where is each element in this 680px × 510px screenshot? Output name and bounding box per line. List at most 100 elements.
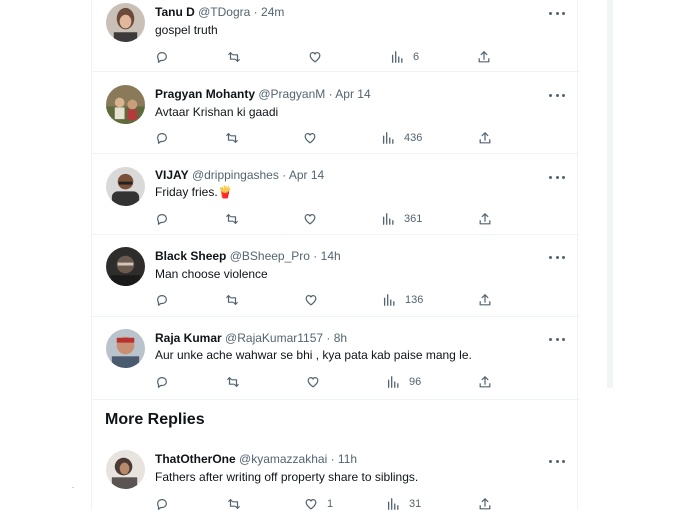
share-button[interactable] [478,292,492,308]
views-icon [387,376,399,388]
retweet-button[interactable] [226,374,249,390]
avatar[interactable] [106,3,145,42]
reply-button[interactable] [155,496,178,510]
reply-tweet[interactable]: ThatOtherOne @kyamazzakhai · 11h Fathers… [92,440,579,510]
tweet-header: Raja Kumar @RajaKumar1157 · 8h [155,331,347,345]
share-button[interactable] [478,496,492,510]
views-count: 136 [405,294,424,306]
like-button[interactable] [306,374,329,390]
tweet-header: Black Sheep @BSheep_Pro · 14h [155,249,341,263]
display-name[interactable]: Tanu D [155,5,195,19]
avatar[interactable] [106,167,145,206]
timestamp[interactable]: 14h [321,249,341,263]
more-icon[interactable] [549,456,565,466]
views-button[interactable]: 136 [382,292,423,308]
views-icon [382,213,394,225]
timestamp[interactable]: 24m [261,5,284,19]
tweet-actions: 436 [155,130,500,146]
display-name[interactable]: Black Sheep [155,249,226,263]
user-handle[interactable]: @BSheep_Pro [230,249,310,263]
share-button[interactable] [478,211,492,227]
tweet-header: VIJAY @drippingashes · Apr 14 [155,168,324,182]
more-icon[interactable] [549,90,565,100]
reply-tweet[interactable]: Pragyan Mohanty @PragyanM · Apr 14 Avtaa… [92,72,579,154]
avatar[interactable] [106,247,145,286]
heart-icon [305,499,317,510]
like-button[interactable] [304,292,327,308]
user-handle[interactable]: @kyamazzakhai [239,452,327,466]
share-button[interactable] [477,49,491,65]
reply-button[interactable] [155,374,178,390]
views-icon [391,51,403,63]
tweet-text: gospel truth [155,23,218,37]
tweet-header: Tanu D @TDogra · 24m [155,5,284,19]
more-icon[interactable] [549,334,565,344]
user-handle[interactable]: @PragyanM [258,87,325,101]
tweet-text: Avtaar Krishan ki gaadi [155,105,279,119]
views-button[interactable]: 436 [381,130,422,146]
separator: · [282,168,287,182]
views-count: 361 [404,213,423,225]
tweet-actions: 361 [155,211,500,227]
retweet-button[interactable] [225,130,248,146]
separator: · [253,5,258,19]
timestamp[interactable]: 8h [334,331,347,345]
views-button[interactable]: 31 [386,496,421,510]
like-button[interactable]: 1 [304,496,333,510]
tweet-header: ThatOtherOne @kyamazzakhai · 11h [155,452,357,466]
views-count: 31 [409,498,422,510]
reply-tweet[interactable]: VIJAY @drippingashes · Apr 14 Friday fri… [92,154,579,235]
tweet-actions: 6 [155,49,500,65]
timestamp[interactable]: 11h [338,452,357,466]
views-button[interactable]: 96 [386,374,421,390]
display-name[interactable]: Pragyan Mohanty [155,87,255,101]
more-icon[interactable] [549,172,565,182]
retweet-button[interactable] [227,496,250,510]
display-name[interactable]: ThatOtherOne [155,452,236,466]
like-button[interactable] [303,211,326,227]
reply-tweet[interactable]: Raja Kumar @RajaKumar1157 · 8h Aur unke … [92,317,579,400]
user-handle[interactable]: @drippingashes [192,168,279,182]
share-button[interactable] [478,374,492,390]
reply-icon [157,52,167,63]
reply-tweet[interactable]: Black Sheep @BSheep_Pro · 14h Man choose… [92,235,579,317]
fries-emoji: 🍟 [217,185,233,199]
reply-tweet[interactable]: Tanu D @TDogra · 24m gospel truth 6 [92,0,579,72]
tweet-text: Man choose violence [155,267,268,281]
views-button[interactable]: 6 [390,49,419,65]
avatar[interactable] [106,450,145,489]
divider [72,487,74,488]
reply-button[interactable] [155,292,178,308]
user-handle[interactable]: @TDogra [198,5,250,19]
scrollbar[interactable] [607,0,613,388]
more-replies-heading: More Replies [105,411,205,428]
avatar[interactable] [106,85,145,124]
share-icon [479,498,491,510]
more-icon[interactable] [549,252,565,262]
tweet-actions: 96 [155,374,500,390]
views-icon [383,294,395,306]
timestamp[interactable]: Apr 14 [335,87,370,101]
heart-icon [307,377,319,388]
reply-button[interactable] [155,49,178,65]
display-name[interactable]: Raja Kumar [155,331,222,345]
retweet-button[interactable] [225,292,248,308]
reply-button[interactable] [155,130,178,146]
retweet-icon [227,377,239,387]
share-button[interactable] [478,130,492,146]
views-button[interactable]: 361 [381,211,422,227]
user-handle[interactable]: @RajaKumar1157 [225,331,323,345]
reply-button[interactable] [155,211,178,227]
retweet-button[interactable] [227,49,250,65]
retweet-button[interactable] [225,211,248,227]
retweet-icon [226,133,238,143]
avatar[interactable] [106,329,145,368]
like-button[interactable] [303,130,326,146]
retweet-icon [226,295,238,305]
more-icon[interactable] [549,8,565,18]
reply-icon [157,377,167,388]
display-name[interactable]: VIJAY [155,168,189,182]
timestamp[interactable]: Apr 14 [289,168,324,182]
retweet-icon [228,52,240,62]
like-button[interactable] [308,49,331,65]
